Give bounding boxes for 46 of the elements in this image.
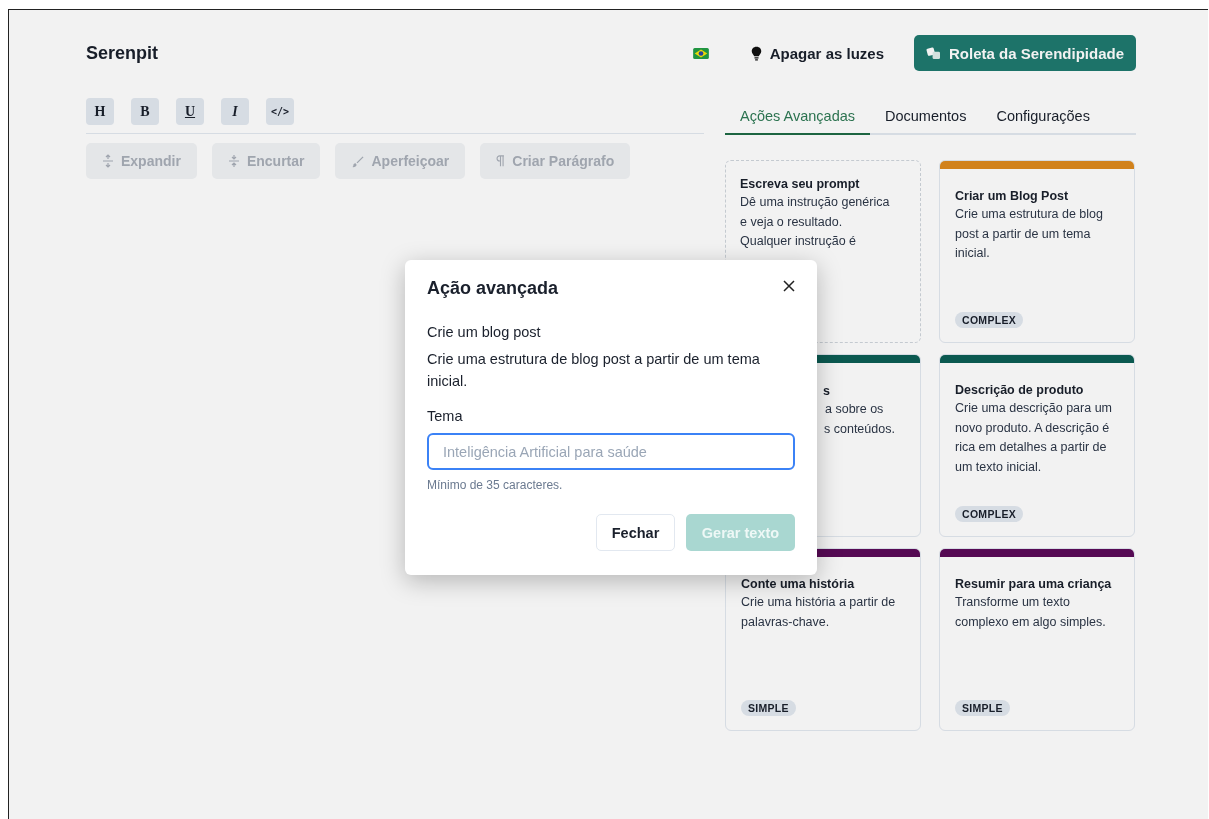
card-description: Crie uma descrição para um novo produto. A descrição é rica em detalhes a partir de um texto inicial. — [955, 400, 1113, 476]
lightbulb-icon — [750, 45, 762, 61]
help-text: Mínimo de 35 caracteres. — [427, 478, 564, 492]
tab[interactable]: Configurações — [981, 106, 1105, 135]
complexity-tag: COMPLEX — [955, 312, 1024, 328]
format-button[interactable]: </> — [266, 98, 294, 125]
app-logo: Serenpit — [86, 42, 159, 64]
card-description: s conteúdos. — [823, 420, 896, 438]
lights-off-button[interactable]: Apagar as luzes — [750, 44, 884, 62]
dice-icon — [925, 46, 941, 60]
card-title: Descrição de produto — [955, 382, 1085, 399]
card-description: a sobre os — [824, 401, 885, 418]
action-card[interactable]: Conte uma história Crie uma história a partir de palavras-chave. SIMPLE — [725, 548, 921, 731]
close-button[interactable]: Fechar — [596, 514, 675, 551]
roulette-button[interactable]: Roleta da Serendipidade — [914, 35, 1136, 71]
format-button[interactable]: I — [221, 98, 249, 125]
action-card[interactable]: Resumir para uma criança Transforme um texto complexo em algo simples. SIMPLE — [939, 548, 1135, 731]
format-button[interactable]: H — [86, 98, 114, 125]
card-description: Crie uma história a partir de palavras-chave. — [741, 594, 897, 631]
complexity-tag: SIMPLE — [741, 700, 796, 716]
pilcrow-icon — [496, 155, 506, 167]
action-card[interactable]: Descrição de produto Crie uma descrição para um novo produto. A descrição é rica em detalhes a partir de um texto inicial. COMPLEX — [939, 354, 1135, 537]
card-description: Transforme um texto complexo em algo simples. — [955, 594, 1107, 631]
close-icon[interactable] — [783, 280, 795, 292]
card-title: Escreva seu prompt — [740, 176, 861, 193]
complexity-tag: COMPLEX — [955, 506, 1024, 522]
flag-icon[interactable] — [692, 47, 709, 59]
shrink-icon — [227, 154, 240, 168]
card-description: Crie uma estrutura de blog post a partir de um tema inicial. — [955, 206, 1104, 262]
tab[interactable]: Documentos — [870, 106, 982, 135]
tab[interactable]: Ações Avançadas — [725, 106, 870, 135]
modal-title: Ação avançada — [427, 278, 559, 299]
format-button[interactable]: B — [131, 98, 159, 125]
format-button[interactable]: U — [176, 98, 204, 125]
card-description: Dê uma instrução genérica e veja o resultado. Qualquer instrução é — [740, 194, 891, 250]
action-card[interactable]: Criar um Blog Post Crie uma estrutura de blog post a partir de um tema inicial. COMPLEX — [939, 160, 1135, 343]
expand-icon — [102, 154, 114, 168]
card-title: Resumir para uma criança — [955, 576, 1113, 593]
complexity-tag: SIMPLE — [955, 700, 1010, 716]
modal-subtitle: Crie um blog post — [427, 324, 542, 340]
card-title: Conte uma história — [741, 576, 856, 593]
field-label: Tema — [427, 408, 464, 424]
card-title: s — [822, 383, 831, 400]
theme-input-field[interactable]: Inteligência Artificial para saúde — [427, 433, 795, 470]
brush-icon — [351, 154, 365, 168]
card-title: Criar um Blog Post — [955, 188, 1070, 205]
